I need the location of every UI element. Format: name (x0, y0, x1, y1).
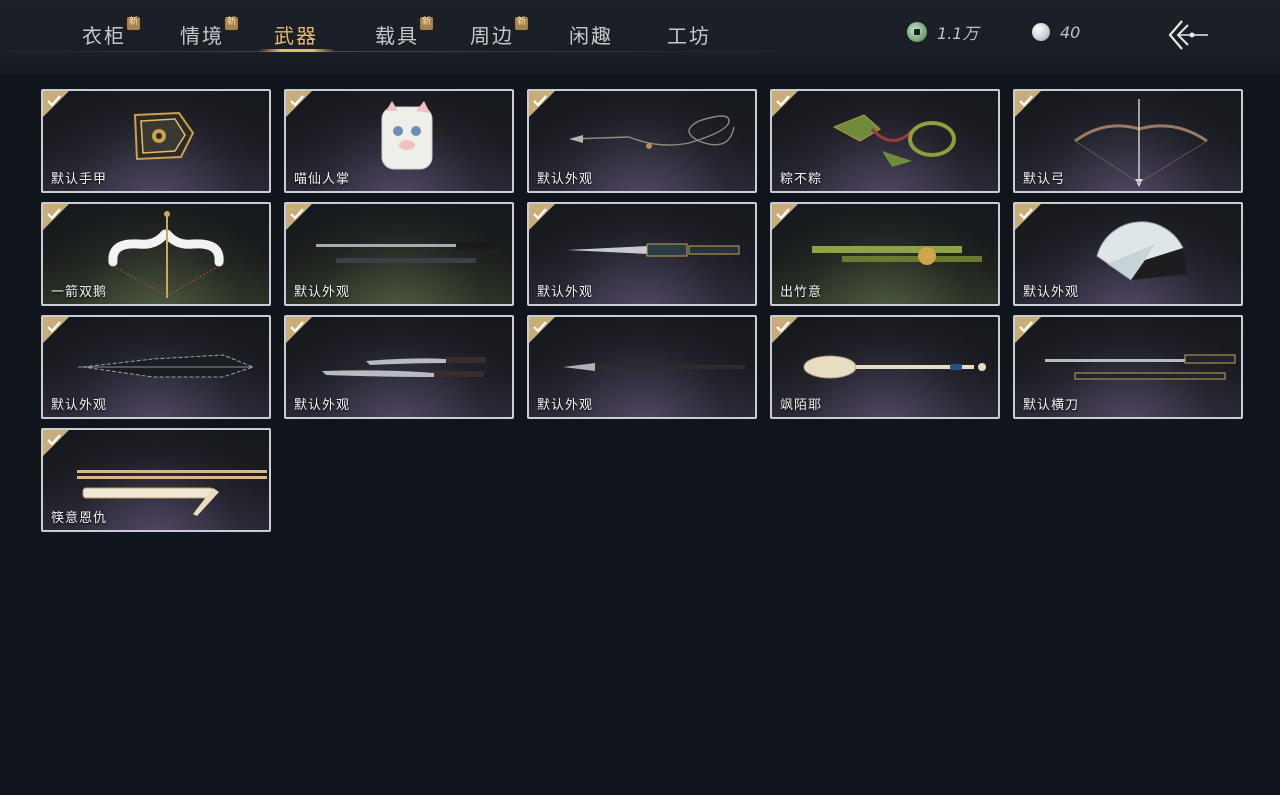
tab-leisure[interactable]: 闲趣 (569, 20, 613, 50)
tab-wardrobe[interactable]: 衣柜 新 (82, 17, 140, 50)
tab-workshop[interactable]: 工坊 (667, 20, 711, 50)
owned-check-icon (772, 204, 798, 230)
weapon-skin-card[interactable]: 默认手甲 (41, 89, 271, 193)
wardrobe-screen: 衣柜 新 情境 新 武器 载具 新 周边 新 闲趣 工坊 1.1万 40 默认手… (0, 0, 1280, 795)
owned-check-icon (43, 91, 69, 117)
weapon-skin-card[interactable]: 默认弓 (1013, 89, 1243, 193)
tab-mounts[interactable]: 载具 新 (375, 17, 433, 50)
tab-label: 情境 (180, 24, 224, 48)
pearl-icon (1032, 23, 1050, 41)
owned-check-icon (286, 317, 312, 343)
weapon-skin-card[interactable]: 出竹意 (770, 202, 1000, 306)
owned-check-icon (1015, 204, 1041, 230)
owned-check-icon (529, 317, 555, 343)
skin-name: 粽不粽 (780, 172, 823, 187)
coin-amount: 1.1万 (937, 24, 979, 43)
skin-name: 筷意恩仇 (51, 511, 108, 526)
owned-check-icon (529, 204, 555, 230)
skin-name: 默认横刀 (1023, 398, 1080, 413)
weapon-skin-card[interactable]: 筷意恩仇 (41, 428, 271, 532)
category-tabs: 衣柜 新 情境 新 武器 载具 新 周边 新 闲趣 工坊 (0, 0, 790, 52)
owned-check-icon (1015, 91, 1041, 117)
weapon-skin-card[interactable]: 默认外观 (1013, 202, 1243, 306)
tab-label: 衣柜 (82, 24, 126, 48)
pearl-amount: 40 (1060, 22, 1081, 42)
tab-label: 载具 (375, 24, 419, 48)
back-button[interactable] (1166, 17, 1212, 53)
skin-name: 默认外观 (537, 172, 594, 187)
weapon-skin-card[interactable]: 粽不粽 (770, 89, 1000, 193)
owned-check-icon (286, 204, 312, 230)
tab-label: 工坊 (667, 24, 711, 48)
owned-check-icon (43, 430, 69, 456)
weapon-skin-card[interactable]: 默认外观 (284, 202, 514, 306)
skin-name: 出竹意 (780, 285, 823, 300)
tab-label: 武器 (274, 24, 318, 48)
skin-name: 喵仙人掌 (294, 172, 351, 187)
top-bar: 衣柜 新 情境 新 武器 载具 新 周边 新 闲趣 工坊 1.1万 40 (0, 0, 1280, 75)
tab-scene[interactable]: 情境 新 (180, 17, 238, 50)
weapon-skin-card[interactable]: 默认外观 (527, 202, 757, 306)
weapon-skin-card[interactable]: 默认外观 (41, 315, 271, 419)
skin-name: 默认弓 (1023, 172, 1066, 187)
weapon-skin-card[interactable]: 默认横刀 (1013, 315, 1243, 419)
skin-name: 一箭双鹅 (51, 285, 108, 300)
active-tab-indicator (258, 49, 336, 52)
new-badge: 新 (225, 17, 238, 30)
skin-name: 默认外观 (537, 398, 594, 413)
tab-weapons[interactable]: 武器 (274, 20, 318, 50)
skin-name: 默认手甲 (51, 172, 108, 187)
owned-check-icon (529, 91, 555, 117)
new-badge: 新 (515, 17, 528, 30)
skin-name: 飒陌耶 (780, 398, 823, 413)
new-badge: 新 (127, 17, 140, 30)
weapon-skin-card[interactable]: 喵仙人掌 (284, 89, 514, 193)
weapon-skin-card[interactable]: 默认外观 (284, 315, 514, 419)
skin-name: 默认外观 (1023, 285, 1080, 300)
owned-check-icon (286, 91, 312, 117)
weapon-skin-card[interactable]: 一箭双鹅 (41, 202, 271, 306)
back-arrow-icon (1168, 20, 1208, 50)
owned-check-icon (772, 91, 798, 117)
skin-name: 默认外观 (51, 398, 108, 413)
skin-name: 默认外观 (537, 285, 594, 300)
owned-check-icon (43, 204, 69, 230)
coin-counter: 1.1万 (907, 22, 979, 43)
weapon-skin-card[interactable]: 飒陌耶 (770, 315, 1000, 419)
pearl-counter: 40 (1032, 22, 1080, 42)
tab-merch[interactable]: 周边 新 (470, 17, 528, 50)
skin-name: 默认外观 (294, 285, 351, 300)
owned-check-icon (1015, 317, 1041, 343)
owned-check-icon (772, 317, 798, 343)
weapon-skin-card[interactable]: 默认外观 (527, 89, 757, 193)
new-badge: 新 (420, 17, 433, 30)
jade-coin-icon (907, 22, 927, 42)
tabs-divider (0, 51, 790, 52)
tab-label: 周边 (470, 24, 514, 48)
owned-check-icon (43, 317, 69, 343)
tab-label: 闲趣 (569, 24, 613, 48)
skin-name: 默认外观 (294, 398, 351, 413)
weapon-skin-card[interactable]: 默认外观 (527, 315, 757, 419)
